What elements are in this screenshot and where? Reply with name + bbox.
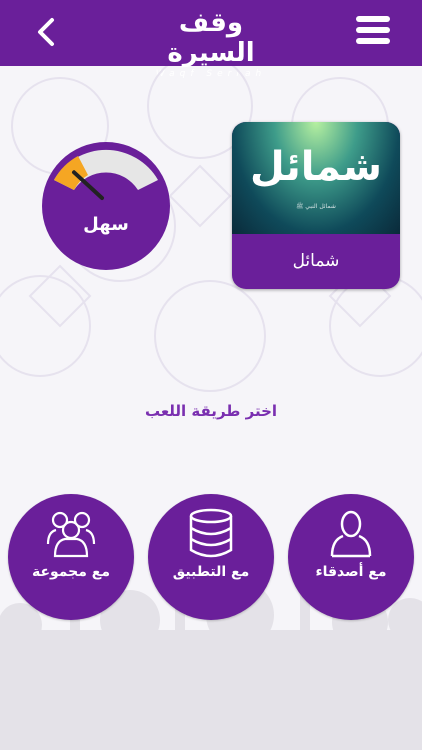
book-card-shamail[interactable]: شمائل شمائل النبي ﷺ شمائل: [232, 122, 400, 289]
play-with-friends-button[interactable]: مع أصدقاء: [288, 494, 414, 620]
book-cover-title: شمائل: [250, 144, 382, 190]
hamburger-icon: [356, 16, 390, 22]
play-mode-prompt: اختر طريقة اللعب: [144, 402, 278, 420]
person-icon: [330, 510, 372, 558]
play-with-friends-label: مع أصدقاء: [315, 564, 387, 580]
hamburger-icon-bar: [356, 38, 390, 44]
hamburger-icon-bar: [356, 27, 390, 33]
group-icon: [46, 511, 96, 558]
chevron-left-icon: [38, 18, 54, 46]
difficulty-label: سهل: [83, 214, 129, 235]
gauge-dial-icon: [54, 149, 158, 200]
play-with-app-button[interactable]: مع التطبيق: [148, 494, 274, 620]
difficulty-gauge[interactable]: سهل: [42, 142, 170, 270]
app-logo: وقف السيرة Waqf Serrah: [140, 8, 282, 79]
book-cover-subtitle: شمائل النبي ﷺ: [296, 203, 336, 210]
menu-button[interactable]: [356, 16, 390, 48]
book-cover-image: شمائل شمائل النبي ﷺ: [232, 122, 400, 234]
logo-arabic-text: وقف السيرة: [167, 8, 255, 68]
play-with-group-button[interactable]: مع مجموعة: [8, 494, 134, 620]
play-with-group-label: مع مجموعة: [31, 564, 111, 580]
back-button[interactable]: [30, 14, 64, 50]
app-header: وقف السيرة Waqf Serrah: [0, 0, 422, 79]
database-icon: [189, 508, 233, 558]
play-with-app-label: مع التطبيق: [172, 564, 250, 580]
book-label: شمائل: [292, 251, 340, 271]
